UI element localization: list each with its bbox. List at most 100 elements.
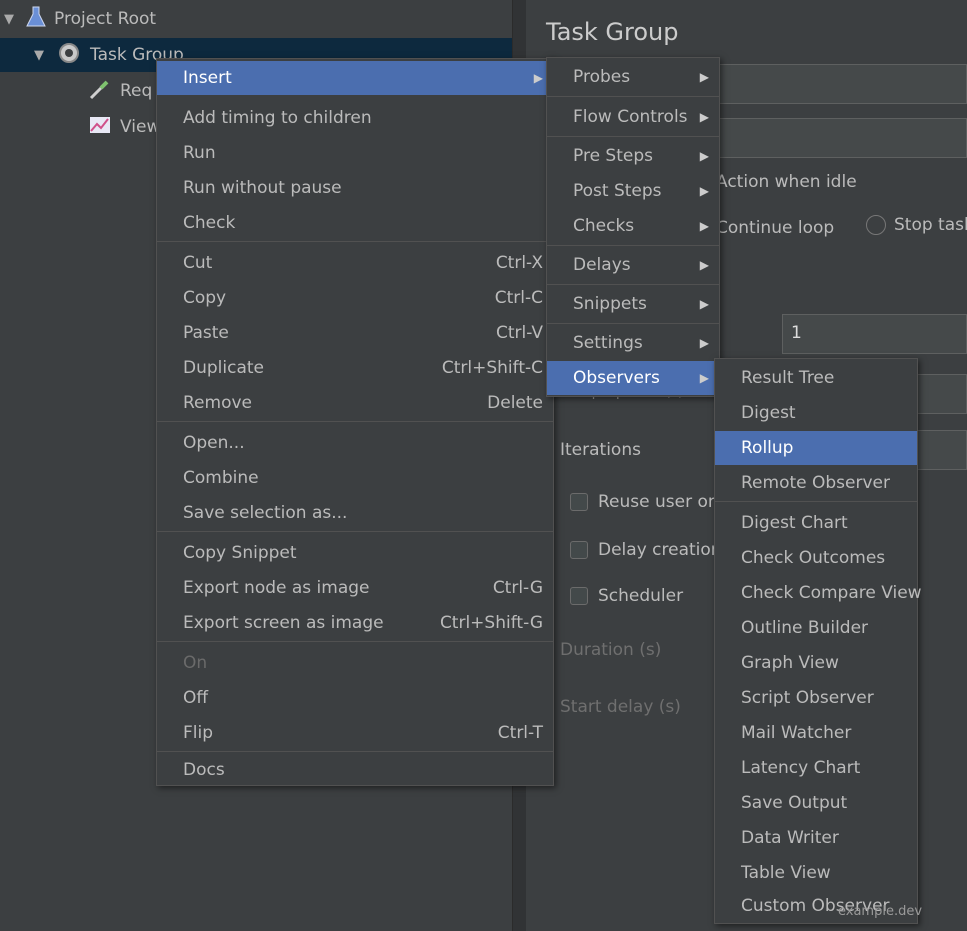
menu-item-run[interactable]: Run xyxy=(157,136,553,170)
tree-node-label: Project Root xyxy=(54,9,157,29)
gear-icon xyxy=(56,40,82,71)
duration-label: Duration (s) xyxy=(560,640,662,660)
menu-item-label: Add timing to children xyxy=(183,108,372,128)
delay-checkbox[interactable]: Delay creation xyxy=(570,540,722,560)
menu-item-label: Insert xyxy=(183,68,232,88)
submenu-item[interactable]: Settings ▶ xyxy=(547,326,719,360)
menu-shortcut: Ctrl+Shift-G xyxy=(439,613,543,633)
chevron-down-icon[interactable]: ▼ xyxy=(0,12,18,27)
menu-item-open[interactable]: Open... xyxy=(157,426,553,460)
menu-item-label: Docs xyxy=(183,760,225,780)
menu-item-copy-snippet[interactable]: Copy Snippet xyxy=(157,536,553,570)
context-menu: Insert ▶ Add timing to children Run Run w… xyxy=(156,58,554,786)
submenu-item[interactable]: Mail Watcher xyxy=(715,716,917,750)
submenu-item[interactable]: Check Outcomes xyxy=(715,541,917,575)
watermark: example.dev xyxy=(838,904,923,919)
radio-icon[interactable] xyxy=(866,215,886,235)
submenu-item[interactable]: Remote Observer xyxy=(715,466,917,500)
menu-item-export-node[interactable]: Export node as image Ctrl-G xyxy=(157,571,553,605)
chevron-right-icon: ▶ xyxy=(699,258,709,272)
submenu-item[interactable]: Script Observer xyxy=(715,681,917,715)
submenu-item[interactable]: Save Output xyxy=(715,786,917,820)
submenu-item[interactable]: Digest xyxy=(715,396,917,430)
menu-item-off[interactable]: Off xyxy=(157,681,553,715)
tree-node-label: View xyxy=(120,117,161,137)
submenu-item[interactable]: Outline Builder xyxy=(715,611,917,645)
menu-item-insert[interactable]: Insert ▶ xyxy=(157,61,553,95)
menu-item-label: Paste xyxy=(183,323,229,343)
tree-node-child2[interactable]: View xyxy=(88,110,160,144)
comment-field[interactable] xyxy=(706,118,967,158)
menu-item-save-selection[interactable]: Save selection as... xyxy=(157,496,553,530)
menu-shortcut: Ctrl-C xyxy=(494,288,543,308)
menu-item-label: Combine xyxy=(183,468,259,488)
menu-item-check[interactable]: Check xyxy=(157,206,553,240)
menu-item-label: Copy xyxy=(183,288,227,308)
name-field[interactable] xyxy=(706,64,967,104)
checkbox-icon[interactable] xyxy=(570,493,588,511)
chevron-right-icon: ▶ xyxy=(533,71,543,85)
scheduler-checkbox[interactable]: Scheduler xyxy=(570,586,683,606)
menu-item-combine[interactable]: Combine xyxy=(157,461,553,495)
menu-item-remove[interactable]: Remove Delete xyxy=(157,386,553,420)
menu-item-label: Checks xyxy=(573,216,635,236)
submenu-insert: Probes ▶ Flow Controls ▶ Pre Steps ▶ Post S… xyxy=(546,57,720,397)
menu-item-add-timing[interactable]: Add timing to children xyxy=(157,101,553,135)
menu-item-label: Rollup xyxy=(741,438,794,458)
submenu-item[interactable]: Graph View xyxy=(715,646,917,680)
submenu-item-observers[interactable]: Observers ▶ xyxy=(547,361,719,395)
submenu-item-rollup[interactable]: Rollup xyxy=(715,431,917,465)
menu-item-docs[interactable]: Docs xyxy=(157,753,553,787)
chevron-down-icon[interactable]: ▼ xyxy=(30,48,48,63)
menu-item-label: Off xyxy=(183,688,209,708)
submenu-item[interactable]: Pre Steps ▶ xyxy=(547,139,719,173)
menu-item-label: Snippets xyxy=(573,294,647,314)
radio-option[interactable]: Stop task xyxy=(866,215,967,235)
menu-item-paste[interactable]: Paste Ctrl-V xyxy=(157,316,553,350)
submenu-item[interactable]: Result Tree xyxy=(715,361,917,395)
count-field[interactable]: 1 xyxy=(782,314,967,354)
scheduler-label: Scheduler xyxy=(598,586,684,606)
menu-item-label: Flip xyxy=(183,723,214,743)
tree-node-label: Req xyxy=(120,81,153,101)
menu-divider xyxy=(547,136,719,137)
menu-item-copy[interactable]: Copy Ctrl-C xyxy=(157,281,553,315)
tree-node-child1[interactable]: Req xyxy=(88,74,152,108)
submenu-item[interactable]: Post Steps ▶ xyxy=(547,174,719,208)
menu-item-run-no-pause[interactable]: Run without pause xyxy=(157,171,553,205)
menu-item-export-screen[interactable]: Export screen as image Ctrl+Shift-G xyxy=(157,606,553,640)
menu-item-label: Graph View xyxy=(741,653,839,673)
menu-item-label: Export screen as image xyxy=(183,613,384,633)
checkbox-icon[interactable] xyxy=(570,541,588,559)
menu-item-cut[interactable]: Cut Ctrl-X xyxy=(157,246,553,280)
menu-item-label: Table View xyxy=(741,863,831,883)
delay-label: Delay creation xyxy=(598,540,722,560)
submenu-item[interactable]: Digest Chart xyxy=(715,506,917,540)
submenu-item[interactable]: Snippets ▶ xyxy=(547,287,719,321)
checkbox-icon[interactable] xyxy=(570,587,588,605)
submenu-item[interactable]: Latency Chart xyxy=(715,751,917,785)
menu-divider xyxy=(715,501,917,502)
submenu-item[interactable]: Probes ▶ xyxy=(547,60,719,94)
submenu-item[interactable]: Table View xyxy=(715,856,917,890)
reuse-checkbox[interactable]: Reuse user on xyxy=(570,492,719,512)
chevron-right-icon: ▶ xyxy=(699,149,709,163)
menu-shortcut: Ctrl-V xyxy=(495,323,543,343)
submenu-item[interactable]: Delays ▶ xyxy=(547,248,719,282)
submenu-item[interactable]: Data Writer xyxy=(715,821,917,855)
menu-item-flip[interactable]: Flip Ctrl-T xyxy=(157,716,553,750)
submenu-item[interactable]: Check Compare View xyxy=(715,576,922,610)
submenu-item[interactable]: Flow Controls ▶ xyxy=(547,100,719,134)
flask-icon xyxy=(26,5,46,34)
menu-item-label: Remove xyxy=(183,393,252,413)
menu-divider xyxy=(157,241,553,242)
menu-item-label: Save Output xyxy=(741,793,848,813)
tree-node-root[interactable]: ▼ Project Root xyxy=(0,2,512,36)
menu-shortcut: Ctrl-X xyxy=(495,253,543,273)
menu-item-label: Check xyxy=(183,213,236,233)
chevron-right-icon: ▶ xyxy=(699,371,709,385)
submenu-item[interactable]: Checks ▶ xyxy=(547,209,719,243)
menu-item-duplicate[interactable]: Duplicate Ctrl+Shift-C xyxy=(157,351,553,385)
menu-shortcut: Ctrl+Shift-C xyxy=(441,358,543,378)
menu-divider xyxy=(157,751,553,752)
